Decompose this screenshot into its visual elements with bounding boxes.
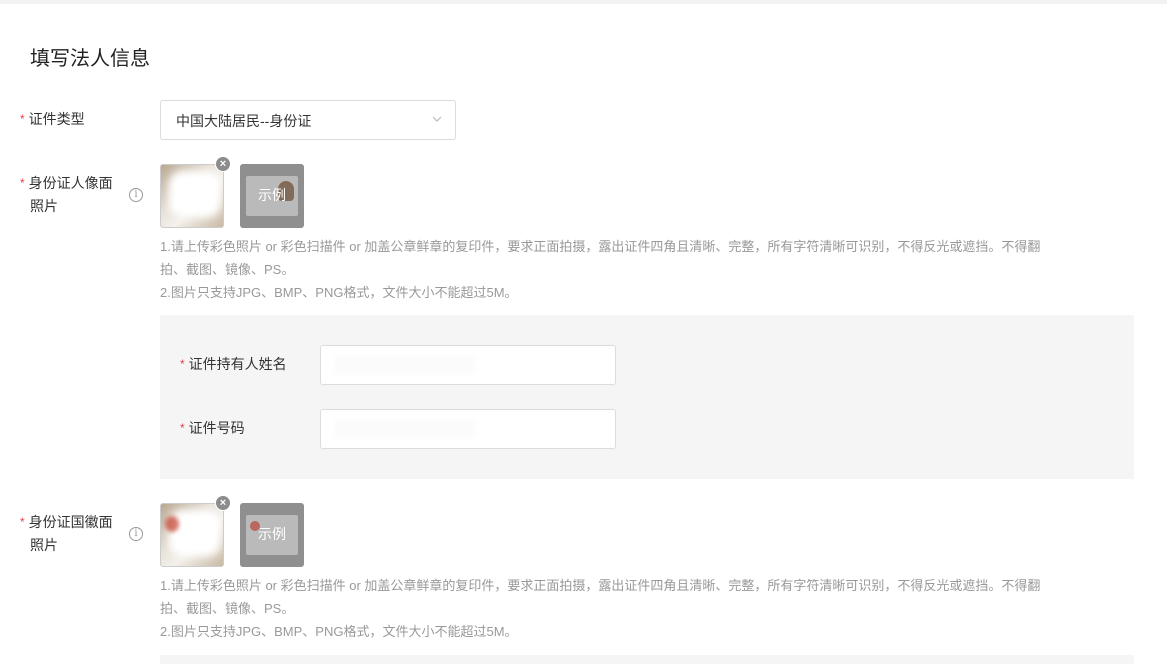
required-mark: * [20,176,25,190]
remove-icon[interactable]: × [215,495,231,511]
id-number-label-text: 证件号码 [188,420,245,436]
id-type-selected-value: 中国大陆居民--身份证 [176,113,312,129]
info-icon[interactable]: i [129,527,143,541]
section-title: 填写法人信息 [30,48,150,70]
front-photo-hint: 1.请上传彩色照片 or 彩色扫描件 or 加盖公章鲜章的复印件，要求正面拍摄，… [160,235,1120,304]
hint-line: 1.请上传彩色照片 or 彩色扫描件 or 加盖公章鲜章的复印件，要求正面拍摄，… [160,578,1041,593]
holder-name-input[interactable] [320,345,616,385]
info-icon[interactable]: i [129,188,143,202]
emblem-area [165,516,179,532]
required-mark: * [180,421,185,435]
blurred-area [169,171,221,217]
required-mark: * [20,112,25,126]
required-mark: * [180,357,185,371]
id-number-input[interactable] [320,409,616,449]
front-photo-thumbnail[interactable] [160,164,224,228]
holder-name-label-text: 证件持有人姓名 [188,356,287,372]
example-label: 示例 [258,526,286,542]
back-details-panel [160,655,1134,664]
hint-line: 拍、截图、镜像、PS。 [160,601,295,616]
id-type-select[interactable]: 中国大陆居民--身份证 [160,100,456,140]
blurred-area [169,510,221,556]
top-divider [0,0,1167,4]
back-photo-hint: 1.请上传彩色照片 or 彩色扫描件 or 加盖公章鲜章的复印件，要求正面拍摄，… [160,574,1120,643]
id-type-label: * 证件类型 [20,108,85,130]
front-photo-label-line2: 照片 [30,198,58,214]
masked-value [335,420,475,438]
front-photo-label: * 身份证人像面 [20,172,113,194]
back-photo-label: * 身份证国徽面 [20,511,113,533]
front-example-thumbnail[interactable]: 示例 [240,164,304,228]
id-type-label-text: 证件类型 [28,111,85,127]
hint-line: 2.图片只支持JPG、BMP、PNG格式，文件大小不能超过5M。 [160,285,518,300]
remove-icon[interactable]: × [215,156,231,172]
required-mark: * [20,515,25,529]
masked-value [335,356,475,374]
back-example-thumbnail[interactable]: 示例 [240,503,304,567]
hint-line: 2.图片只支持JPG、BMP、PNG格式，文件大小不能超过5M。 [160,624,518,639]
hint-line: 1.请上传彩色照片 or 彩色扫描件 or 加盖公章鲜章的复印件，要求正面拍摄，… [160,239,1041,254]
chevron-down-icon [432,116,442,122]
example-label: 示例 [258,187,286,203]
back-photo-label-line1: 身份证国徽面 [28,514,113,530]
back-photo-thumbnail[interactable] [160,503,224,567]
hint-line: 拍、截图、镜像、PS。 [160,262,295,277]
front-photo-label-line1: 身份证人像面 [28,175,113,191]
back-photo-label-line2: 照片 [30,537,58,553]
holder-name-label: * 证件持有人姓名 [180,353,287,375]
id-details-panel [160,315,1134,479]
id-number-label: * 证件号码 [180,417,245,439]
